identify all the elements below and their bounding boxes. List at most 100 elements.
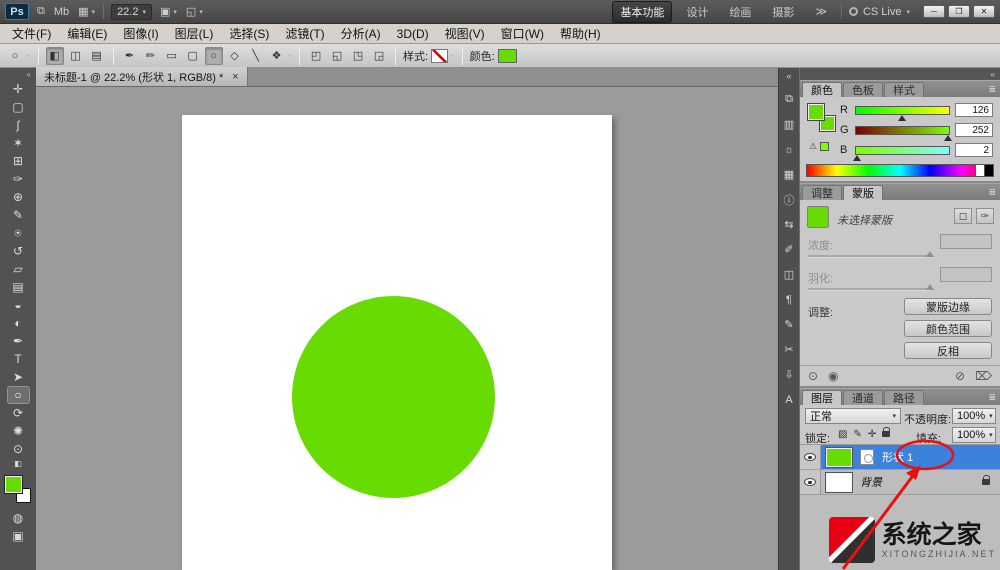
zoom-level-dropdown[interactable]: 22.2▾ [111, 4, 152, 20]
dock-icon-adjustments[interactable]: ☼ [781, 141, 798, 158]
panel-menu-icon[interactable]: ≣ [988, 392, 996, 403]
brush-tool[interactable]: ✎ [7, 206, 30, 224]
apply-mask-icon[interactable]: ◉ [828, 369, 838, 383]
gamut-color-chip[interactable] [820, 142, 829, 151]
rotate-view-tool[interactable]: ⟳ [7, 404, 30, 422]
mini-bridge-icon[interactable]: Mb [53, 6, 70, 18]
tool-preset-icon[interactable]: ○ [6, 47, 24, 65]
panel-menu-icon[interactable]: ≣ [988, 84, 996, 95]
eraser-tool[interactable]: ▱ [7, 260, 30, 278]
fill-pixels-mode-button[interactable]: ▤ [88, 47, 106, 65]
document-page[interactable] [182, 115, 612, 570]
default-colors-icon[interactable]: ◧ [7, 458, 30, 470]
density-slider[interactable] [808, 255, 932, 258]
dock-icon-navigator[interactable]: ⧉ [781, 91, 798, 108]
marquee-tool[interactable]: ▢ [7, 98, 30, 116]
panel-menu-icon[interactable]: ≣ [988, 187, 996, 198]
menu-image[interactable]: 图像(I) [115, 24, 166, 43]
tab-masks[interactable]: 蒙版 [843, 185, 883, 200]
collapse-tools-icon[interactable]: « [27, 70, 31, 79]
menu-analysis[interactable]: 分析(A) [333, 24, 389, 43]
feather-value-field[interactable] [940, 267, 992, 282]
tab-layers[interactable]: 图层 [802, 390, 842, 405]
green-ellipse-shape[interactable] [292, 296, 495, 498]
collapse-panels-icon[interactable]: « [991, 70, 995, 79]
spectrum-black-chip[interactable] [984, 165, 993, 176]
lock-transparent-icon[interactable]: ▨ [838, 429, 847, 440]
blend-mode-dropdown[interactable]: 正常 ▾ [805, 408, 901, 424]
launch-bridge-icon[interactable]: ⧉ [36, 5, 46, 18]
ellipse-tool[interactable]: ○ [7, 386, 30, 404]
dock-icon-channels[interactable]: ◫ [781, 266, 798, 283]
layer-row-background[interactable]: 背景 [800, 470, 1000, 495]
document-tab[interactable]: 未标题-1 @ 22.2% (形状 1, RGB/8) * × [36, 67, 248, 86]
blue-channel-value[interactable]: 2 [955, 143, 993, 157]
red-channel-slider[interactable] [855, 106, 950, 115]
path-selection-tool[interactable]: ➤ [7, 368, 30, 386]
layer-row-shape1[interactable]: 形状 1 [800, 445, 1000, 470]
layer-thumbnail[interactable] [826, 473, 852, 492]
combine-intersect-button[interactable]: ◳ [349, 47, 367, 65]
layer-name[interactable]: 背景 [860, 474, 882, 490]
polygon-shape-button[interactable]: ◇ [226, 47, 244, 65]
tab-adjustments[interactable]: 调整 [802, 185, 842, 200]
invert-button[interactable]: 反相 [904, 342, 992, 359]
color-spectrum-ramp[interactable] [806, 164, 994, 177]
slider-thumb[interactable] [898, 115, 906, 121]
dock-icon-layer-comps[interactable]: ⇩ [781, 366, 798, 383]
combine-subtract-button[interactable]: ◱ [328, 47, 346, 65]
eyedropper-tool[interactable]: ✑ [7, 170, 30, 188]
vector-mask-icon[interactable]: ✑ [976, 208, 994, 224]
type-tool[interactable]: T [7, 350, 30, 368]
slider-thumb[interactable] [926, 284, 934, 290]
red-channel-value[interactable]: 126 [955, 103, 993, 117]
menu-help[interactable]: 帮助(H) [552, 24, 609, 43]
menu-select[interactable]: 选择(S) [221, 24, 277, 43]
load-selection-icon[interactable]: ⊙ [808, 369, 818, 383]
line-shape-button[interactable]: ╲ [247, 47, 265, 65]
dock-icon-brushes[interactable]: ✎ [781, 316, 798, 333]
dock-icon-info[interactable]: ⓘ [781, 191, 798, 208]
visibility-cell[interactable] [800, 445, 821, 469]
slider-thumb[interactable] [926, 251, 934, 257]
menu-filter[interactable]: 滤镜(T) [277, 24, 332, 43]
visibility-cell[interactable] [800, 470, 821, 494]
close-button[interactable]: ✕ [973, 5, 995, 18]
tab-close-icon[interactable]: × [232, 71, 238, 83]
crop-tool[interactable]: ⊞ [7, 152, 30, 170]
lock-position-icon[interactable]: ✛ [868, 429, 876, 440]
opacity-dropdown[interactable]: 100% ▾ [952, 408, 996, 424]
dock-icon-notes[interactable]: ✐ [781, 241, 798, 258]
eye-icon[interactable] [804, 478, 816, 486]
slider-thumb[interactable] [944, 135, 952, 141]
menu-window[interactable]: 窗口(W) [493, 24, 552, 43]
arrange-documents-icon[interactable]: ▣▾ [159, 5, 178, 18]
history-brush-tool[interactable]: ↺ [7, 242, 30, 260]
dock-icon-histogram[interactable]: ▥ [781, 116, 798, 133]
shape-color-swatch[interactable] [498, 49, 517, 63]
shape-layers-mode-button[interactable]: ◧ [46, 47, 64, 65]
dock-icon-actions[interactable]: ⇆ [781, 216, 798, 233]
screen-mode-icon[interactable]: ◱▾ [185, 5, 204, 18]
lasso-tool[interactable]: ʃ [7, 116, 30, 134]
minimize-button[interactable]: ─ [923, 5, 945, 18]
screen-mode-toggle-icon[interactable]: ▣ [7, 527, 30, 545]
clone-stamp-tool[interactable]: ⍟ [7, 224, 30, 242]
healing-brush-tool[interactable]: ⊕ [7, 188, 30, 206]
quick-mask-icon[interactable]: ◍ [7, 509, 30, 527]
tab-channels[interactable]: 通道 [843, 390, 883, 405]
dock-icon-styles[interactable]: ▦ [781, 166, 798, 183]
menu-view[interactable]: 视图(V) [437, 24, 493, 43]
green-channel-slider[interactable] [855, 126, 950, 135]
dock-icon-clone-source[interactable]: ✂ [781, 341, 798, 358]
tab-color[interactable]: 颜色 [802, 82, 842, 97]
tab-styles[interactable]: 样式 [884, 82, 924, 97]
fill-dropdown[interactable]: 100% ▾ [952, 427, 996, 443]
workspace-painting[interactable]: 绘画 [722, 2, 758, 22]
workspace-essentials[interactable]: 基本功能 [612, 1, 672, 23]
density-value-field[interactable] [940, 234, 992, 249]
menu-layer[interactable]: 图层(L) [167, 24, 222, 43]
ellipse-shape-button[interactable]: ○ [205, 47, 223, 65]
blur-tool[interactable]: ◒ [7, 296, 30, 314]
pen-tool-button[interactable]: ✒ [121, 47, 139, 65]
